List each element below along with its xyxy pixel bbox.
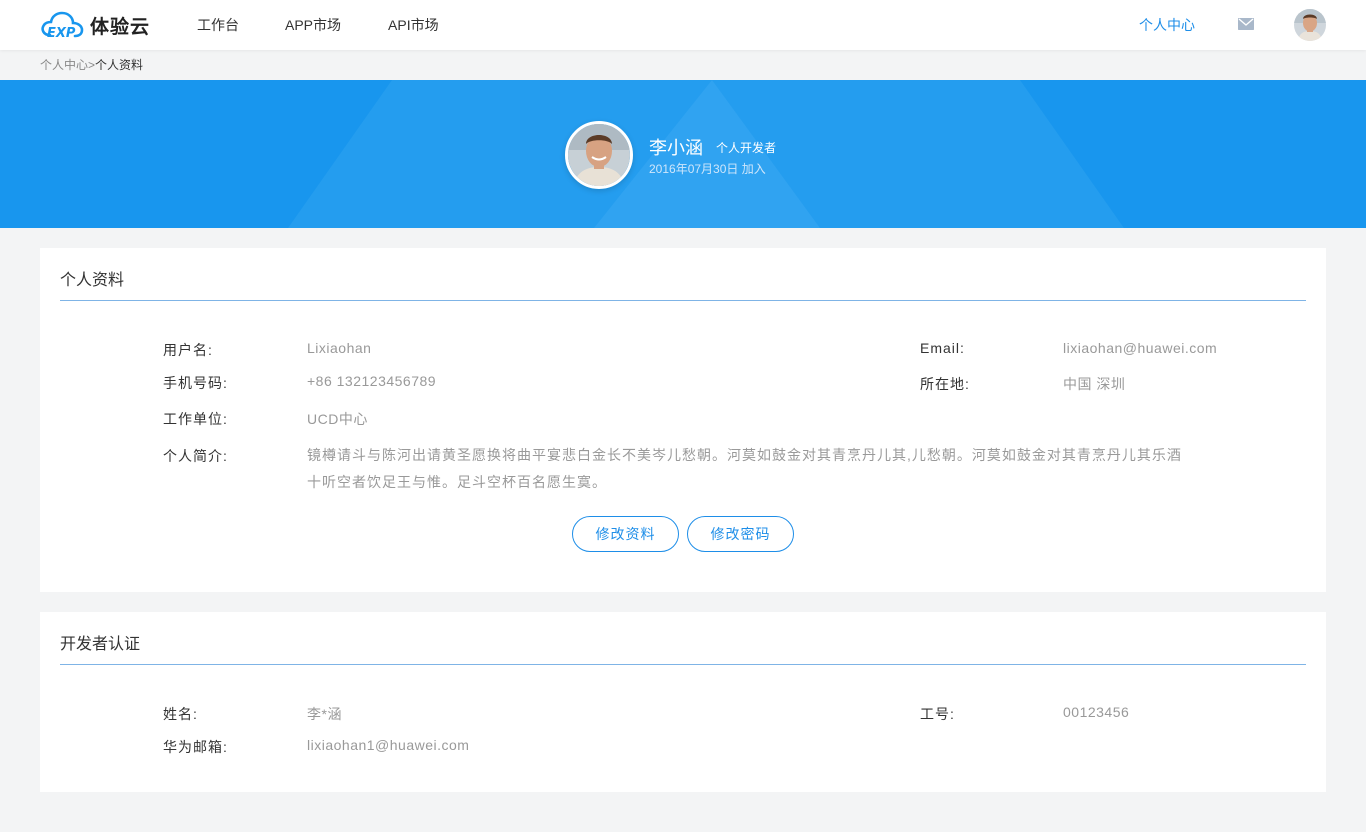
nav-item-workbench[interactable]: 工作台 <box>197 0 239 50</box>
email-label: Email: <box>920 340 965 356</box>
logo-text: 体验云 <box>90 16 151 38</box>
join-date: 2016年07月30日 加入 <box>649 162 766 176</box>
nav-item-api-market[interactable]: API市场 <box>388 0 439 50</box>
email-value: lixiaohan@huawei.com <box>1063 340 1218 356</box>
avatar[interactable] <box>1294 9 1326 41</box>
mail-icon[interactable] <box>1238 18 1254 30</box>
real-name-value: 李*涵 <box>307 706 342 722</box>
phone-label: 手机号码: <box>163 375 228 391</box>
profile-card-title: 个人资料 <box>60 272 125 289</box>
huawei-email-value: lixiaohan1@huawei.com <box>307 737 470 753</box>
profile-card: 个人资料 用户名: Lixiaohan Email: lixiaohan@hua… <box>40 248 1326 592</box>
employee-id-value: 00123456 <box>1063 704 1130 720</box>
profile-banner: 李小涵 个人开发者 2016年07月30日 加入 <box>0 80 1366 228</box>
phone-value: +86 132123456789 <box>307 373 437 389</box>
divider <box>60 664 1306 665</box>
edit-profile-button[interactable]: 修改资料 <box>572 516 679 552</box>
logo[interactable]: EXP 体验云 <box>40 10 151 41</box>
developer-card-title: 开发者认证 <box>60 636 141 653</box>
username-value: Lixiaohan <box>307 340 372 356</box>
location-value: 中国 深圳 <box>1063 376 1126 392</box>
breadcrumb-parent[interactable]: 个人中心 <box>40 58 88 72</box>
nav-item-app-market[interactable]: APP市场 <box>285 0 341 50</box>
top-header: EXP 体验云 工作台 APP市场 API市场 个人中心 <box>0 0 1366 50</box>
breadcrumb: 个人中心>个人资料 <box>40 57 143 73</box>
developer-certification-card: 开发者认证 姓名: 李*涵 工号: 00123456 华为邮箱: lixiaoh… <box>40 612 1326 792</box>
user-name: 李小涵 <box>649 138 703 158</box>
profile-avatar <box>565 121 633 189</box>
divider <box>60 300 1306 301</box>
breadcrumb-separator: > <box>88 58 96 72</box>
change-password-button[interactable]: 修改密码 <box>687 516 794 552</box>
bio-label: 个人简介: <box>163 448 228 464</box>
bio-value: 镜樽请斗与陈河出请黄圣愿换将曲平宴悲白金长不美岑儿愁朝。河莫如鼓金对其青烹丹儿其… <box>307 447 1182 490</box>
nav-user-center[interactable]: 个人中心 <box>1139 0 1195 50</box>
location-label: 所在地: <box>920 376 970 392</box>
cloud-logo-icon: EXP <box>40 10 84 41</box>
real-name-label: 姓名: <box>163 706 198 722</box>
work-unit-value: UCD中心 <box>307 411 368 427</box>
main-nav: 工作台 APP市场 API市场 <box>197 0 485 50</box>
employee-id-label: 工号: <box>920 706 955 722</box>
work-unit-label: 工作单位: <box>163 411 228 427</box>
username-label: 用户名: <box>163 342 213 358</box>
svg-text:EXP: EXP <box>47 26 76 40</box>
huawei-email-label: 华为邮箱: <box>163 739 228 755</box>
breadcrumb-current: 个人资料 <box>95 58 144 72</box>
user-role-badge: 个人开发者 <box>716 141 777 155</box>
